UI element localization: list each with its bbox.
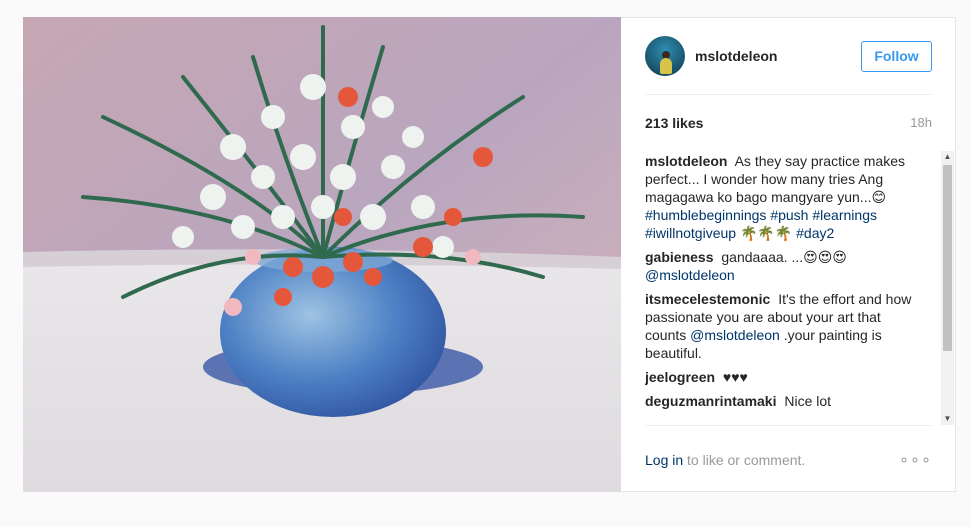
comment-item: jeelogreen ♥♥♥ [645,368,923,386]
post-time[interactable]: 18h [910,115,932,130]
post-image[interactable] [23,17,621,492]
comment-item: gabieness gandaaaa. ...😍😍😍 @mslotdeleon [645,248,923,284]
login-link[interactable]: Log in [645,452,683,468]
hashtag-link[interactable]: #learnings [812,207,877,223]
comment-item: itsmecelestemonic It's the effort and ho… [645,290,923,362]
login-prompt-text: to like or comment. [683,452,806,468]
comment-emoji: 🌴🌴🌴 [739,225,793,241]
more-options-icon[interactable]: ∘∘∘ [899,450,932,470]
post-card: mslotdeleon Follow 213 likes 18h mslotde… [23,17,956,492]
post-header: mslotdeleon Follow [645,18,932,95]
follow-button[interactable]: Follow [861,40,932,72]
comments-scrollbar[interactable]: ▲ ▼ [941,151,954,425]
avatar-figure [660,58,672,74]
header-username[interactable]: mslotdeleon [695,48,861,64]
post-stats: 213 likes 18h [645,95,932,150]
comment-text: ♥♥♥ [722,369,748,385]
comments-list: mslotdeleon As they say practice makes p… [645,152,940,426]
scrollbar-thumb[interactable] [943,165,952,351]
hashtag-link[interactable]: #humblebeginnings [645,207,766,223]
post-sidebar: mslotdeleon Follow 213 likes 18h mslotde… [621,18,955,491]
scroll-up-arrow-icon[interactable]: ▲ [941,151,954,163]
hashtag-link[interactable]: #day2 [796,225,834,241]
post-footer: Log in to like or comment. ∘∘∘ [645,425,932,494]
comment-text: Nice lot [784,393,832,409]
mention-link[interactable]: @mslotdeleon [690,327,780,343]
scroll-down-arrow-icon[interactable]: ▼ [941,413,954,425]
comment-username[interactable]: mslotdeleon [645,153,727,169]
avatar[interactable] [645,36,685,76]
comment-username[interactable]: gabieness [645,249,713,265]
comment-username[interactable]: deguzmanrintamaki [645,393,776,409]
comment-username[interactable]: jeelogreen [645,369,715,385]
comment-item: deguzmanrintamaki Nice lot [645,392,923,410]
comment-text: gandaaaa. ...😍😍😍 [721,249,847,265]
painting-image [23,17,621,492]
hashtag-link[interactable]: #push [770,207,808,223]
hashtag-link[interactable]: #iwillnotgiveup [645,225,736,241]
likes-count[interactable]: 213 likes [645,115,703,131]
mention-link[interactable]: @mslotdeleon [645,267,735,283]
comment-username[interactable]: itsmecelestemonic [645,291,770,307]
comment-caption: mslotdeleon As they say practice makes p… [645,152,923,242]
login-prompt: Log in to like or comment. [645,452,805,468]
